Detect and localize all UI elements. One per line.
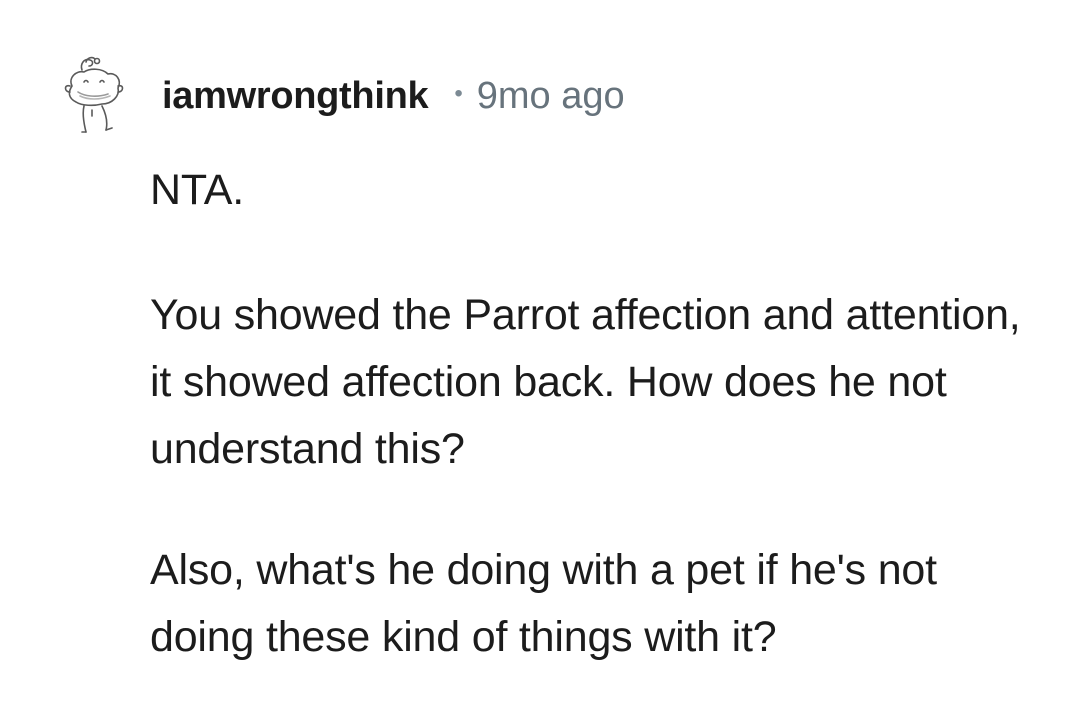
comment-header: iamwrongthink • 9mo ago — [162, 70, 625, 122]
user-avatar-icon[interactable] — [62, 52, 126, 140]
username-link[interactable]: iamwrongthink — [162, 75, 429, 118]
comment: iamwrongthink • 9mo ago NTA. You showed … — [0, 0, 1080, 663]
comment-paragraph: You showed the Parrot affection and atte… — [150, 291, 1021, 473]
separator-dot: • — [454, 80, 463, 107]
comment-body: NTA. You showed the Parrot affection and… — [150, 162, 1050, 725]
timestamp-link[interactable]: 9mo ago — [477, 75, 625, 118]
comment-paragraph: NTA. — [150, 166, 244, 214]
comment-paragraph: Also, what's he doing with a pet if he's… — [150, 546, 937, 661]
